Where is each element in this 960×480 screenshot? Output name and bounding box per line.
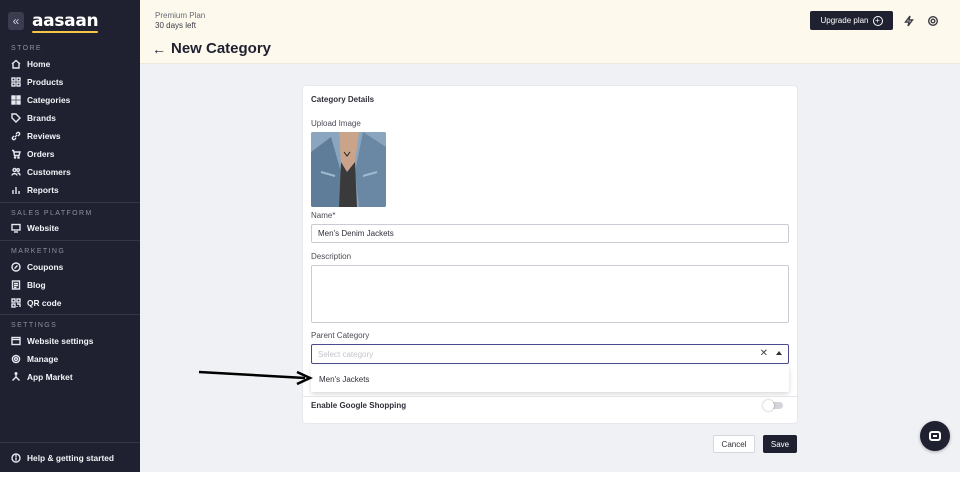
back-arrow-icon[interactable]: ← <box>152 42 166 56</box>
sidebar-divider <box>0 202 140 203</box>
sidebar-item-label: QR code <box>27 298 62 308</box>
page-title: New Category <box>171 40 272 57</box>
description-textarea[interactable] <box>311 265 789 323</box>
parent-category-dropdown: Men's Jackets <box>311 366 789 392</box>
caret-up-icon[interactable] <box>776 351 782 355</box>
chat-icon <box>929 431 941 441</box>
main-content: Category Details Upload Image Name* Men'… <box>140 64 960 472</box>
parent-category-select[interactable]: Select category ✕ <box>311 344 789 364</box>
help-link[interactable]: Help & getting started <box>10 451 114 465</box>
home-icon <box>10 59 21 70</box>
card-title: Category Details <box>311 95 375 104</box>
sidebar-item-manage[interactable]: Manage <box>10 352 58 366</box>
bar-chart-icon <box>10 185 21 196</box>
section-label-store: STORE <box>11 45 42 52</box>
sidebar-item-reports[interactable]: Reports <box>10 183 59 197</box>
sidebar-item-label: Website settings <box>27 336 94 346</box>
sidebar-item-website-settings[interactable]: Website settings <box>10 334 93 348</box>
upload-image-label: Upload Image <box>311 119 361 128</box>
parent-category-label: Parent Category <box>311 331 370 340</box>
name-label: Name* <box>311 211 336 220</box>
lightning-icon[interactable] <box>903 14 915 27</box>
sidebar-item-website[interactable]: Website <box>10 221 59 235</box>
section-divider <box>303 396 797 397</box>
browser-icon <box>10 336 21 347</box>
sidebar-item-label: Manage <box>27 354 59 364</box>
plan-days-left: 30 days left <box>155 21 196 30</box>
description-label: Description <box>311 252 352 261</box>
sidebar-item-label: Customers <box>27 167 71 177</box>
sidebar-item-orders[interactable]: Orders <box>10 147 54 161</box>
plus-circle-icon: + <box>872 15 883 26</box>
double-chevron-left-icon[interactable]: « <box>8 12 24 30</box>
sidebar-item-customers[interactable]: Customers <box>10 165 71 179</box>
save-label: Save <box>770 439 790 449</box>
category-image-thumbnail[interactable] <box>311 132 386 207</box>
gear-icon <box>10 354 21 365</box>
sidebar-item-label: Reviews <box>27 131 61 141</box>
save-button[interactable]: Save <box>763 435 797 453</box>
annotation-arrow <box>198 370 313 386</box>
page-header: ← New Category <box>152 40 271 57</box>
help-icon <box>10 453 21 464</box>
clear-icon[interactable]: ✕ <box>760 348 768 359</box>
sidebar-item-categories[interactable]: Categories <box>10 93 70 107</box>
section-label-marketing: MARKETING <box>11 248 66 255</box>
sidebar-item-home[interactable]: Home <box>10 57 50 71</box>
logo: aasaan <box>32 11 99 33</box>
categories-icon <box>10 95 21 106</box>
sidebar-item-label: Categories <box>27 95 71 105</box>
sidebar-item-label: Home <box>27 59 51 69</box>
sidebar-divider <box>0 314 140 315</box>
apps-icon <box>10 372 21 383</box>
sidebar-item-qr-code[interactable]: QR code <box>10 296 61 310</box>
sidebar-divider <box>0 240 140 241</box>
qr-icon <box>10 298 21 309</box>
chat-support-button[interactable] <box>920 421 950 451</box>
brand-row: « aasaan <box>8 10 99 33</box>
sidebar-item-label: App Market <box>27 372 73 382</box>
link-icon <box>10 131 21 142</box>
help-label: Help & getting started <box>27 453 115 463</box>
cancel-label: Cancel <box>721 439 747 449</box>
sidebar-item-label: Blog <box>27 280 46 290</box>
sidebar-item-label: Website <box>27 223 59 233</box>
sidebar-item-blog[interactable]: Blog <box>10 278 46 292</box>
plan-banner: Premium Plan 30 days left ← New Category… <box>140 0 960 64</box>
sidebar-item-label: Products <box>27 77 64 87</box>
monitor-icon <box>10 223 21 234</box>
users-icon <box>10 167 21 178</box>
sidebar-item-label: Reports <box>27 185 59 195</box>
section-label-settings: SETTINGS <box>11 322 58 329</box>
tag-icon <box>10 113 21 124</box>
sidebar-item-coupons[interactable]: Coupons <box>10 260 63 274</box>
plan-name: Premium Plan <box>155 11 206 20</box>
sidebar-item-label: Coupons <box>27 262 64 272</box>
sidebar: « aasaan STORE Home Products Categories … <box>0 0 140 472</box>
sidebar-item-label: Brands <box>27 113 56 123</box>
toggle-knob <box>763 400 774 411</box>
name-input-value: Men's Denim Jackets <box>318 229 394 238</box>
google-shopping-toggle[interactable] <box>763 400 783 411</box>
sidebar-item-reviews[interactable]: Reviews <box>10 129 61 143</box>
gear-icon[interactable] <box>927 14 939 27</box>
dropdown-option[interactable]: Men's Jackets <box>319 375 369 384</box>
upgrade-plan-button[interactable]: Upgrade plan + <box>810 11 893 30</box>
document-icon <box>10 280 21 291</box>
grid-icon <box>10 77 21 88</box>
sidebar-item-label: Orders <box>27 149 55 159</box>
google-shopping-label: Enable Google Shopping <box>311 401 407 410</box>
category-details-card: Category Details Upload Image Name* Men'… <box>303 86 797 423</box>
sidebar-item-brands[interactable]: Brands <box>10 111 56 125</box>
name-input[interactable]: Men's Denim Jackets <box>311 224 789 243</box>
cart-icon <box>10 149 21 160</box>
upgrade-plan-label: Upgrade plan <box>820 16 869 25</box>
sidebar-item-app-market[interactable]: App Market <box>10 370 73 384</box>
percent-icon <box>10 262 21 273</box>
section-label-sales-platform: SALES PLATFORM <box>11 210 93 217</box>
parent-category-placeholder: Select category <box>318 349 374 359</box>
cancel-button[interactable]: Cancel <box>713 435 755 453</box>
sidebar-divider <box>0 442 140 443</box>
sidebar-item-products[interactable]: Products <box>10 75 63 89</box>
